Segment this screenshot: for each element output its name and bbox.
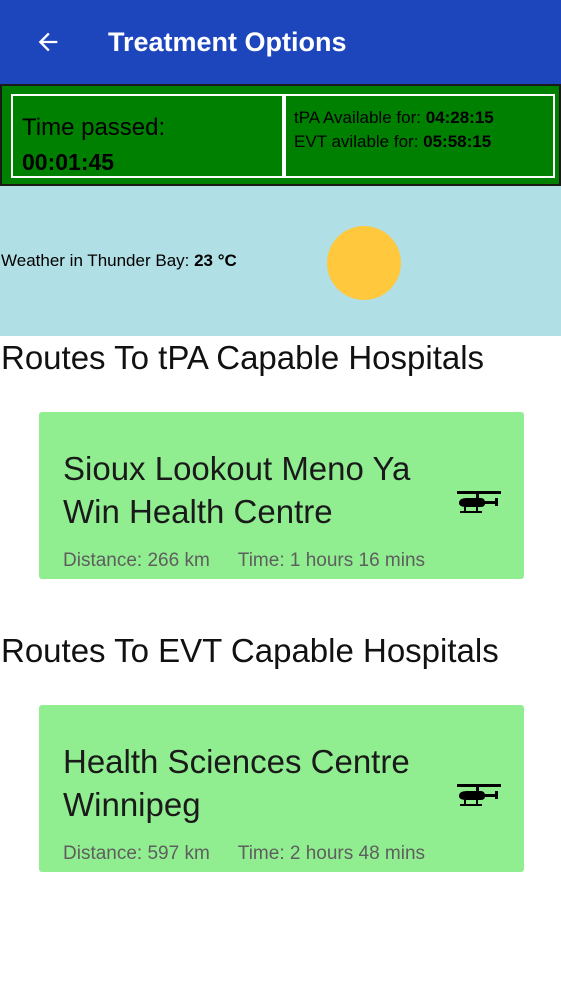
hospital-name: Health Sciences Centre Winnipeg xyxy=(63,743,410,823)
helicopter-icon xyxy=(457,491,501,513)
hospital-name: Sioux Lookout Meno Ya Win Health Centre xyxy=(63,450,411,530)
tpa-section-heading: Routes To tPA Capable Hospitals xyxy=(1,339,485,376)
route-meta: Distance: 266 km Time: 1 hours 16 mins xyxy=(63,549,425,573)
route-distance: Distance: 597 km xyxy=(63,843,210,864)
route-distance: Distance: 266 km xyxy=(63,550,210,571)
sun-icon xyxy=(327,226,401,300)
elapsed-time-label: Time passed: xyxy=(22,114,166,141)
evt-availability-label: EVT avilable for: xyxy=(294,132,424,151)
evt-availability-value: 05:58:15 xyxy=(423,132,492,151)
tpa-hospital-card[interactable]: Sioux Lookout Meno Ya Win Health Centre … xyxy=(39,412,524,579)
weather-label: Weather in Thunder Bay: xyxy=(1,251,195,270)
evt-section-heading: Routes To EVT Capable Hospitals xyxy=(1,632,499,669)
tpa-availability-label: tPA Available for: xyxy=(294,108,426,127)
availability-box: tPA Available for: 04:28:15 EVT avilable… xyxy=(284,94,555,178)
weather-value: 23 °C xyxy=(194,251,237,270)
evt-availability: EVT avilable for: 05:58:15 xyxy=(294,132,491,152)
route-time: Time: 2 hours 48 mins xyxy=(237,843,426,864)
back-button[interactable] xyxy=(30,24,66,60)
helicopter-icon xyxy=(457,784,501,806)
route-time: Time: 1 hours 16 mins xyxy=(237,550,426,571)
elapsed-time-box: Time passed: 00:01:45 xyxy=(11,94,284,178)
arrow-left-icon xyxy=(38,32,58,52)
tpa-availability-value: 04:28:15 xyxy=(425,108,494,127)
weather-text: Weather in Thunder Bay: 23 °C xyxy=(1,250,237,272)
route-meta: Distance: 597 km Time: 2 hours 48 mins xyxy=(63,842,425,866)
app-bar: Treatment Options xyxy=(0,0,561,84)
weather-panel: Weather in Thunder Bay: 23 °C xyxy=(0,186,561,336)
timer-panel: Time passed: 00:01:45 tPA Available for:… xyxy=(0,84,561,186)
evt-hospital-card[interactable]: Health Sciences Centre Winnipeg Distance… xyxy=(39,705,524,872)
tpa-availability: tPA Available for: 04:28:15 xyxy=(294,108,494,128)
elapsed-time-value: 00:01:45 xyxy=(22,149,115,175)
page-title: Treatment Options xyxy=(108,27,347,57)
